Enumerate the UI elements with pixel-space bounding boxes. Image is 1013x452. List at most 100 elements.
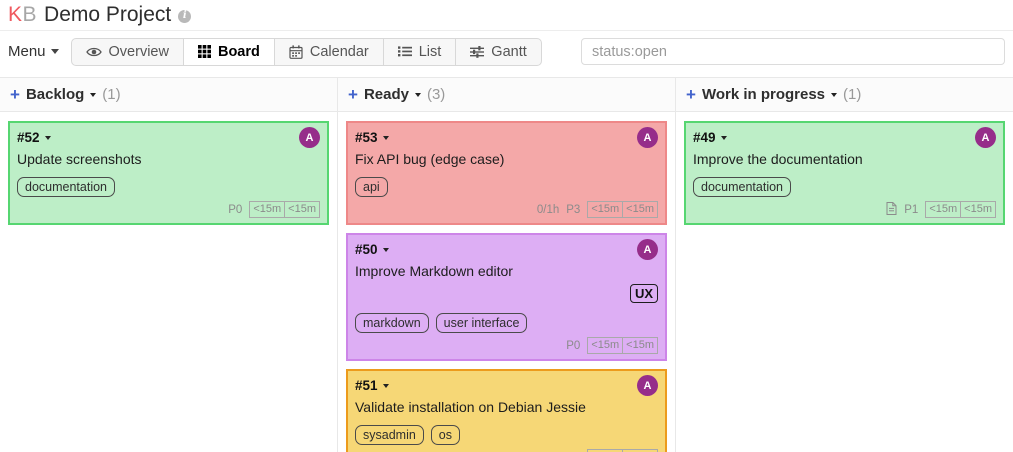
task-title: Improve Markdown editor (355, 263, 658, 279)
menu-button[interactable]: Menu (8, 43, 59, 60)
column-header-ready: +Ready(3) (338, 78, 676, 111)
search-wrap (581, 38, 1005, 65)
tag: documentation (17, 177, 115, 197)
list-icon (398, 46, 412, 57)
estimate-cell: <15m (587, 337, 623, 354)
task-id-label: #49 (693, 130, 716, 145)
caret-down-icon (415, 93, 421, 100)
column-task-count: (1) (843, 86, 861, 103)
caret-down-icon (90, 93, 96, 100)
card-head: #53 A (355, 127, 658, 148)
column-work-in-progress: #49 A Improve the documentation documentati… (676, 112, 1013, 452)
caret-down-icon (383, 136, 389, 143)
info-icon[interactable]: i (178, 10, 191, 23)
task-card-52[interactable]: #52 A Update screenshots documentation P0 <15… (8, 121, 329, 225)
task-id-label: #50 (355, 242, 378, 257)
assignee-avatar[interactable]: A (637, 239, 658, 260)
search-input[interactable] (581, 38, 1005, 65)
column-header-work-in-progress: + Work in progress (1) (676, 78, 1013, 111)
time-estimates: <15m<15m (587, 337, 658, 354)
column-header-backlog: + Backlog (1) (0, 78, 338, 111)
time-tracking-label: 0/1h (537, 204, 559, 216)
estimate-cell: <15m (961, 201, 996, 218)
estimate-cell: <15m (249, 201, 285, 218)
tab-list[interactable]: List (384, 39, 457, 65)
grid-icon (198, 45, 211, 58)
task-card-53[interactable]: #53 A Fix API bug (edge case) api 0/1h P3 <15m… (346, 121, 667, 225)
task-title: Improve the documentation (693, 151, 996, 167)
app-logo[interactable]: KB (8, 3, 37, 27)
column-task-count: (1) (102, 86, 120, 103)
priority-label: P0 (228, 204, 242, 216)
tab-gantt[interactable]: Gantt (456, 39, 540, 65)
task-id-label: #52 (17, 130, 40, 145)
task-id-dropdown[interactable]: #50 (355, 242, 389, 257)
task-title: Validate installation on Debian Jessie (355, 399, 658, 415)
assignee-avatar[interactable]: A (637, 375, 658, 396)
task-id-label: #53 (355, 130, 378, 145)
task-card-51[interactable]: #51 A Validate installation on Debian Jess… (346, 369, 667, 452)
task-id-dropdown[interactable]: #51 (355, 378, 389, 393)
tab-calendar[interactable]: Calendar (275, 39, 384, 65)
tag-list: documentation (17, 177, 320, 197)
tab-label: Calendar (310, 44, 369, 60)
task-id-label: #51 (355, 378, 378, 393)
add-task-button[interactable]: + (348, 88, 358, 102)
tab-board[interactable]: Board (184, 39, 275, 65)
assignee-avatar[interactable]: A (299, 127, 320, 148)
column-name[interactable]: Backlog (26, 86, 84, 103)
tab-label: Board (218, 44, 260, 60)
view-switcher: Overview Board Calendar List Gantt (71, 38, 542, 66)
card-head: #49 A (693, 127, 996, 148)
caret-down-icon (721, 136, 727, 143)
tag: api (355, 177, 388, 197)
caret-down-icon (51, 49, 59, 58)
task-id-dropdown[interactable]: #49 (693, 130, 727, 145)
tag-list: api (355, 177, 658, 197)
task-title: Fix API bug (edge case) (355, 151, 658, 167)
tag: sysadmin (355, 425, 424, 445)
tab-overview[interactable]: Overview (72, 39, 184, 65)
tab-label: Gantt (491, 44, 526, 60)
add-task-button[interactable]: + (10, 88, 20, 102)
card-footer: P0 <15m<15m (17, 201, 320, 218)
eye-icon (86, 46, 102, 58)
tag-list: documentation (693, 177, 996, 197)
category-row: UX (355, 284, 658, 303)
priority-label: P3 (566, 204, 580, 216)
add-task-button[interactable]: + (686, 88, 696, 102)
caret-down-icon (45, 136, 51, 143)
caret-down-icon (383, 384, 389, 391)
estimate-cell: <15m (587, 201, 623, 218)
board-header: +Backlog(1)+Ready(3)+Work in progress(1) (0, 77, 1013, 112)
assignee-avatar[interactable]: A (637, 127, 658, 148)
tab-label: List (419, 44, 442, 60)
column-name[interactable]: Work in progress (702, 86, 825, 103)
assignee-avatar[interactable]: A (975, 127, 996, 148)
tag: user interface (436, 313, 528, 333)
estimate-cell: <15m (285, 201, 320, 218)
time-estimates: <15m<15m (587, 201, 658, 218)
task-id-dropdown[interactable]: #53 (355, 130, 389, 145)
time-estimates: <15m<15m (249, 201, 320, 218)
estimate-cell: <15m (925, 201, 961, 218)
logo-letter-k: K (8, 3, 23, 26)
card-head: #51 A (355, 375, 658, 396)
task-title: Update screenshots (17, 151, 320, 167)
task-card-50[interactable]: #50 A Improve Markdown editor UX markdownuse… (346, 233, 667, 361)
menu-label: Menu (8, 43, 46, 60)
column-name[interactable]: Ready (364, 86, 409, 103)
task-id-dropdown[interactable]: #52 (17, 130, 51, 145)
calendar-icon (289, 45, 303, 59)
tag-list: markdownuser interface (355, 313, 658, 333)
tag-list: sysadmin os (355, 425, 658, 445)
tag: documentation (693, 177, 791, 197)
category-badge: UX (630, 284, 658, 303)
tag: os (431, 425, 460, 445)
estimate-cell: <15m (623, 337, 658, 354)
task-card-49[interactable]: #49 A Improve the documentation documentati… (684, 121, 1005, 225)
column-ready: #53 A Fix API bug (edge case) api 0/1h P3 <15m… (338, 112, 676, 452)
file-icon (886, 202, 897, 218)
estimate-cell: <15m (623, 201, 658, 218)
card-footer: 0/1h P3 <15m<15m (355, 201, 658, 218)
